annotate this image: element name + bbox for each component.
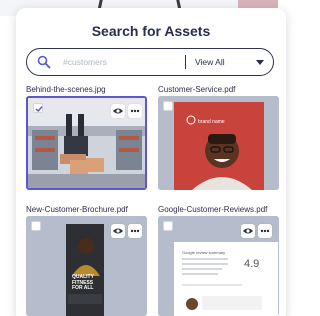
select-checkbox[interactable] <box>33 103 43 113</box>
asset-card-google-customer-reviews[interactable]: Google review summary 4.9 <box>158 216 279 316</box>
more-options-button[interactable] <box>258 224 272 238</box>
ellipsis-icon <box>260 229 270 233</box>
select-checkbox[interactable] <box>163 101 173 111</box>
preview-button[interactable] <box>111 224 125 238</box>
search-bar: #customers View All <box>26 48 274 76</box>
asset-card-new-customer-brochure[interactable]: QUALITY FITNESS FOR ALL <box>26 216 147 316</box>
asset-card-behind-the-scenes[interactable] <box>26 96 147 190</box>
preview-button[interactable] <box>111 104 125 118</box>
ellipsis-icon <box>130 109 140 113</box>
search-divider <box>185 55 186 69</box>
thumbnail-brand-text: brand name <box>198 119 225 125</box>
select-checkbox[interactable] <box>31 221 41 231</box>
chevron-down-icon[interactable] <box>256 60 264 65</box>
search-icon <box>37 55 51 69</box>
preview-button[interactable] <box>241 224 255 238</box>
ellipsis-icon <box>130 229 140 233</box>
select-checkbox[interactable] <box>163 221 173 231</box>
search-input[interactable]: #customers <box>63 57 107 67</box>
more-options-button[interactable] <box>128 104 142 118</box>
eye-icon <box>113 108 123 114</box>
reviews-title-text: Google review summary <box>182 250 226 255</box>
more-options-button[interactable] <box>128 224 142 238</box>
eye-icon <box>243 228 253 234</box>
eye-icon <box>113 228 123 234</box>
search-assets-panel: Search for Assets #customers View All Be… <box>16 8 286 316</box>
asset-filename: Customer-Service.pdf <box>158 85 236 94</box>
view-filter-select[interactable]: View All <box>195 57 225 67</box>
asset-filename: Google-Customer-Reviews.pdf <box>158 205 268 214</box>
asset-filename: New-Customer-Brochure.pdf <box>26 205 128 214</box>
asset-card-customer-service[interactable]: brand name <box>158 96 279 190</box>
brochure-title-text: QUALITY FITNESS FOR ALL <box>72 274 94 291</box>
panel-title: Search for Assets <box>91 23 211 39</box>
reviews-score-text: 4.9 <box>244 258 260 270</box>
asset-filename: Behind-the-scenes.jpg <box>26 85 106 94</box>
smiling-man-photo <box>158 96 279 190</box>
